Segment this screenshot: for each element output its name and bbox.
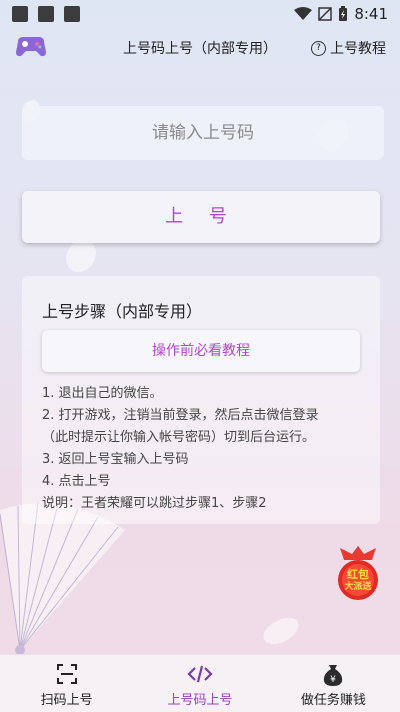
- signal-off-icon: [318, 7, 333, 21]
- step-note: 说明：王者荣耀可以跳过步骤1、步骤2: [42, 496, 267, 511]
- red-packet-button[interactable]: 红包 大派送: [332, 544, 384, 602]
- red-packet-label: 红包: [347, 568, 369, 581]
- nav-label: 上号码上号: [167, 693, 233, 708]
- step-line: 1. 退出自己的微信。: [42, 386, 163, 401]
- steps-title: 上号步骤（内部专用）: [42, 302, 203, 321]
- app-header: 上号码上号（内部专用） ? 上号教程: [0, 30, 400, 66]
- tutorial-button[interactable]: 操作前必看教程: [42, 330, 360, 372]
- step-line: 4. 点击上号: [42, 474, 111, 489]
- bottom-nav: 扫码上号 上号码上号 ¥ 做任务赚钱: [0, 654, 400, 712]
- petal-decoration: [259, 614, 303, 648]
- nav-item-earn-money[interactable]: ¥ 做任务赚钱: [267, 655, 400, 712]
- notification-icon: [12, 6, 28, 22]
- red-packet-sublabel: 大派送: [344, 582, 372, 592]
- login-button[interactable]: 上 号: [22, 191, 380, 243]
- folding-fan-decoration: [0, 502, 125, 655]
- notification-icon: [64, 6, 80, 22]
- step-line: 2. 打开游戏，注销当前登录，然后点击微信登录: [42, 408, 319, 423]
- nav-item-scan-login[interactable]: 扫码上号: [0, 655, 133, 712]
- svg-text:¥: ¥: [330, 675, 336, 685]
- step-line: （此时提示让你输入帐号密码）切到后台运行。: [42, 430, 316, 445]
- petal-decoration: [66, 240, 96, 272]
- question-icon: ?: [311, 40, 326, 56]
- scan-icon: [56, 664, 77, 684]
- gallery-icon: [38, 6, 54, 22]
- battery-charging-icon: [339, 6, 348, 21]
- help-tutorial-label: 上号教程: [330, 41, 386, 57]
- steps-card: 上号步骤（内部专用） 操作前必看教程 1. 退出自己的微信。 2. 打开游戏，注…: [22, 276, 380, 524]
- steps-list: 1. 退出自己的微信。 2. 打开游戏，注销当前登录，然后点击微信登录 （此时提…: [42, 383, 372, 515]
- status-time: 8:41: [354, 5, 388, 23]
- wifi-icon: [294, 7, 313, 20]
- code-icon: [187, 665, 213, 683]
- status-bar: 8:41: [0, 0, 400, 28]
- nav-item-code-login[interactable]: 上号码上号: [133, 655, 266, 712]
- step-line: 3. 返回上号宝输入上号码: [42, 452, 189, 467]
- login-code-input[interactable]: [22, 106, 384, 160]
- money-bag-icon: ¥: [324, 665, 343, 686]
- help-tutorial-link[interactable]: ? 上号教程: [311, 38, 386, 58]
- nav-label: 扫码上号: [40, 693, 93, 708]
- nav-label: 做任务赚钱: [300, 693, 366, 708]
